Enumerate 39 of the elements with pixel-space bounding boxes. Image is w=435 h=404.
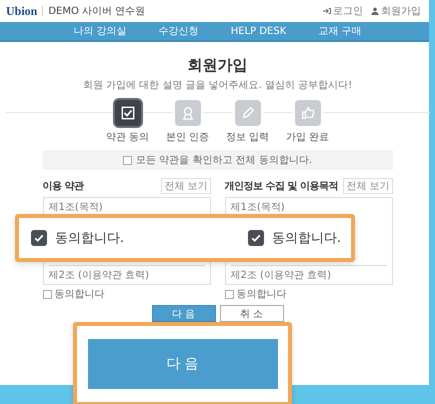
page-title: 회원가입 [188, 56, 248, 75]
cancel-button[interactable]: 취 소 [220, 305, 284, 322]
user-icon [371, 7, 379, 15]
step-label: 가입 완료 [286, 131, 330, 144]
nav-item[interactable]: HELP DESK [230, 26, 286, 36]
terms-text: 제2조 (이용약관 효력) [48, 265, 204, 282]
terms-heading: 이용 약관 [42, 180, 84, 193]
step-label: 약관 동의 [106, 131, 150, 144]
terms-text: 제2조 (이용약관 효력) [230, 265, 386, 282]
agree-label: 동의합니다. [55, 230, 124, 247]
checkbox[interactable] [31, 230, 47, 246]
checkbox[interactable] [248, 230, 264, 246]
next-button[interactable]: 다 음 [152, 305, 216, 322]
page-subtitle: 회원 가입에 대한 설명 글을 넣어주세요. 열심히 공부합시다! [82, 79, 352, 92]
agree-all-label: 모든 약관을 확인하고 전체 동의합니다. [136, 154, 312, 167]
checkbox[interactable] [224, 290, 234, 298]
step-label: 정보 입력 [226, 131, 270, 144]
site-name: DEMO 사이버 연수원 [48, 5, 146, 18]
agree-label: 동의합니다 [54, 288, 104, 301]
login-icon [323, 7, 331, 15]
terms-text: 제1조(목적) [48, 201, 104, 214]
checkbox[interactable] [123, 156, 132, 164]
header-link[interactable]: 로그인 [323, 4, 363, 18]
agree-label: 동의합니다. [272, 230, 341, 247]
terms-heading: 개인정보 수집 및 이용목적 [224, 180, 338, 193]
checkbox[interactable] [42, 290, 52, 298]
terms-text: 제1조(목적) [230, 201, 286, 214]
header-link[interactable]: 회원가입 [371, 4, 421, 18]
nav-item[interactable]: 교재 구매 [318, 24, 362, 38]
agree-label: 동의합니다 [236, 288, 286, 301]
logo[interactable]: Ubion [6, 4, 38, 18]
step-label: 본인 인증 [166, 131, 210, 144]
view-all-button[interactable]: 전체 보기 [343, 178, 392, 194]
view-all-button[interactable]: 전체 보기 [161, 178, 210, 194]
checkmark-icon [33, 232, 45, 244]
nav-item[interactable]: 수강신청 [158, 24, 199, 38]
checkmark-icon [250, 232, 262, 244]
next-button[interactable]: 다 음 [88, 339, 278, 389]
nav-item[interactable]: 나의 강의실 [74, 24, 127, 38]
